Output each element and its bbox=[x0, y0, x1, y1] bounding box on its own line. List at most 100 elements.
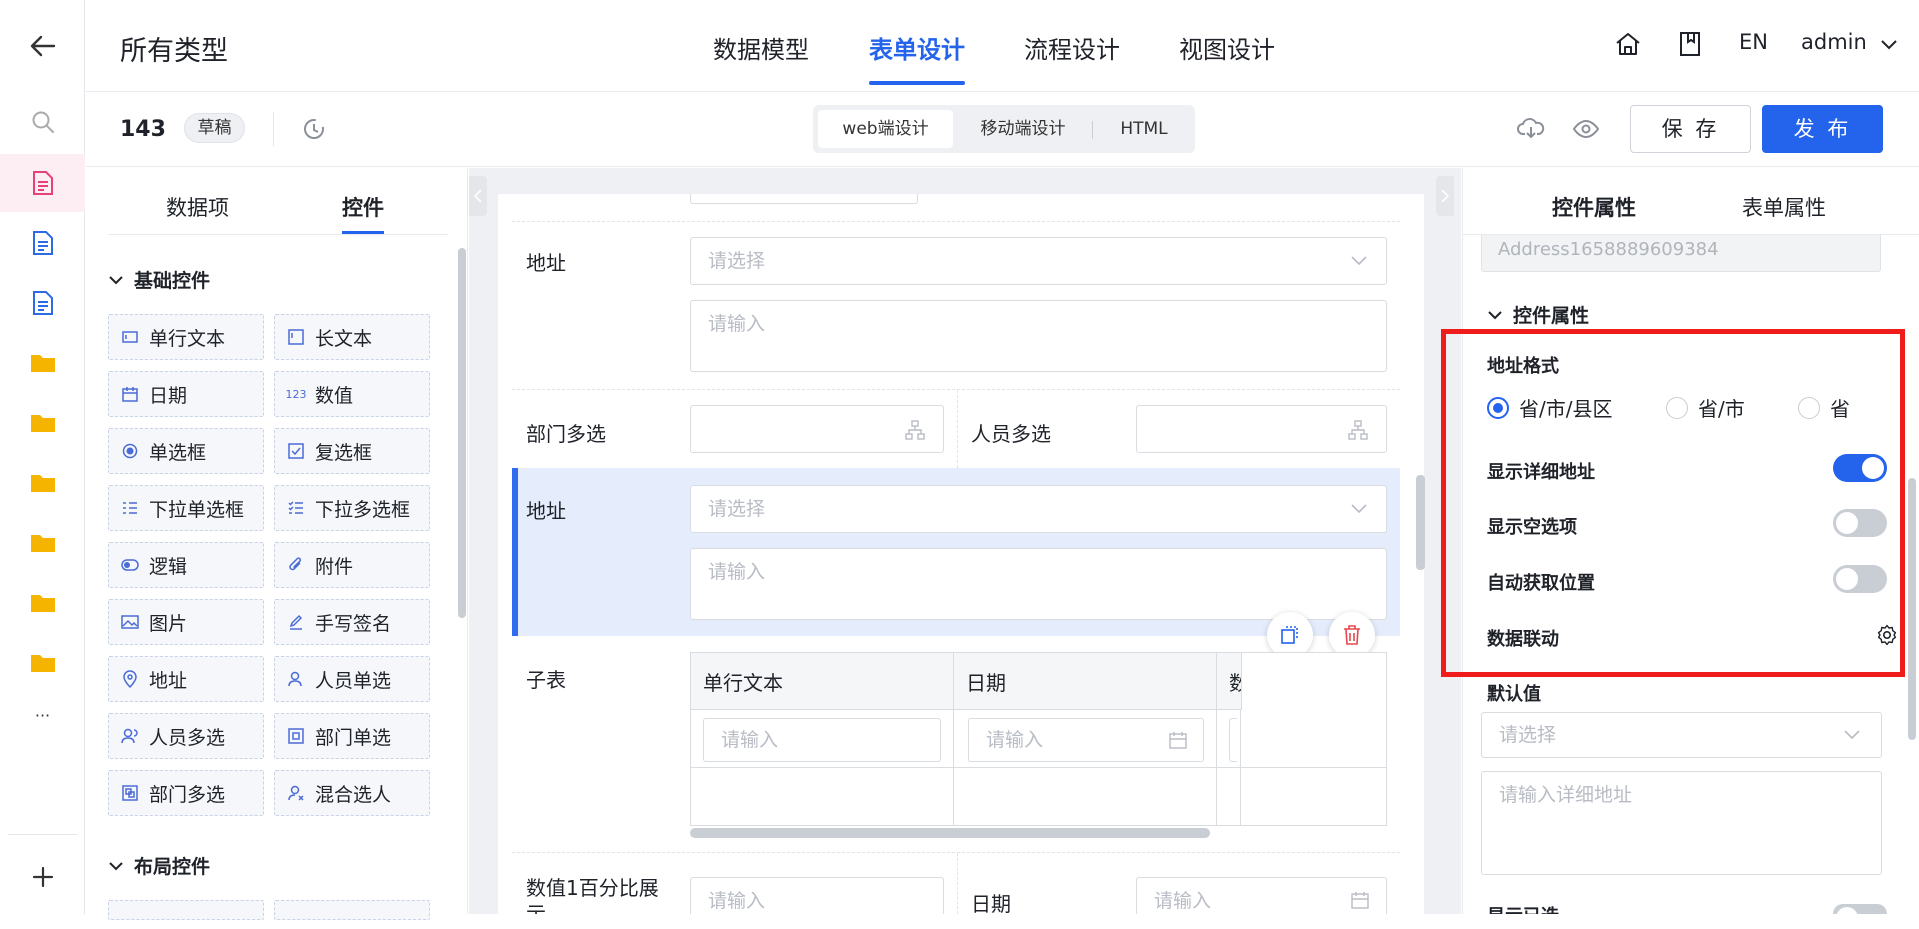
tab-bar bbox=[1463, 168, 1919, 234]
view-mode-html[interactable]: HTML bbox=[1098, 110, 1190, 148]
left-rail: ··· bbox=[0, 0, 85, 914]
control-layout-placeholder[interactable] bbox=[274, 900, 430, 920]
tab-data-model[interactable]: 数据模型 bbox=[713, 30, 809, 65]
tab-control-properties[interactable]: 控件属性 bbox=[1552, 192, 1636, 222]
canvas-scrollbar[interactable] bbox=[1416, 475, 1425, 570]
control-mixed-user[interactable]: 混合选人 bbox=[274, 770, 430, 816]
folder-icon[interactable] bbox=[0, 394, 85, 452]
calendar-icon bbox=[1169, 732, 1187, 749]
active-tab-indicator bbox=[869, 81, 965, 85]
control-logic[interactable]: 逻辑 bbox=[108, 542, 264, 588]
back-arrow-icon[interactable] bbox=[0, 17, 85, 75]
subtable-column-header[interactable]: 单行文本 bbox=[691, 653, 954, 710]
folder-icon[interactable] bbox=[0, 454, 85, 512]
tab-form-properties[interactable]: 表单属性 bbox=[1742, 192, 1826, 222]
control-radio[interactable]: 单选框 bbox=[108, 428, 264, 474]
control-label: 地址 bbox=[149, 669, 188, 692]
status-badge: 草稿 bbox=[184, 113, 245, 143]
folder-icon[interactable] bbox=[0, 634, 85, 692]
row-divider bbox=[512, 221, 1400, 222]
subtable-column-header[interactable]: 日期 bbox=[954, 653, 1217, 710]
cloud-download-icon[interactable] bbox=[1517, 116, 1545, 140]
next-option-toggle[interactable] bbox=[1833, 904, 1887, 929]
more-menu[interactable]: ··· bbox=[0, 686, 85, 744]
subtable-date-input[interactable]: 请输入 bbox=[968, 718, 1204, 762]
folder-icon[interactable] bbox=[0, 514, 85, 572]
form-doc-icon[interactable] bbox=[0, 154, 85, 212]
address-detail-input[interactable]: 请输入 bbox=[690, 300, 1387, 372]
view-mode-mobile[interactable]: 移动端设计 bbox=[958, 110, 1088, 148]
paperclip-icon bbox=[287, 556, 305, 574]
control-layout-placeholder[interactable] bbox=[108, 900, 264, 920]
history-icon[interactable] bbox=[302, 117, 326, 141]
department-picker[interactable] bbox=[690, 405, 944, 453]
control-checkbox[interactable]: 复选框 bbox=[274, 428, 430, 474]
search-icon[interactable] bbox=[0, 93, 85, 151]
tab-view-design[interactable]: 视图设计 bbox=[1179, 30, 1275, 65]
control-number[interactable]: 123 数值 bbox=[274, 371, 430, 417]
control-long-text[interactable]: 长文本 bbox=[274, 314, 430, 360]
control-label: 人员多选 bbox=[149, 726, 226, 749]
user-picker[interactable] bbox=[1136, 405, 1387, 453]
pen-icon bbox=[287, 613, 305, 631]
preview-eye-icon[interactable] bbox=[1573, 120, 1599, 138]
book-icon[interactable] bbox=[1679, 31, 1701, 57]
add-icon[interactable] bbox=[0, 848, 85, 906]
address-select[interactable]: 请选择 bbox=[690, 485, 1387, 533]
field-label: 日期 bbox=[971, 892, 1011, 916]
tab-process-design[interactable]: 流程设计 bbox=[1024, 30, 1120, 65]
number-input[interactable]: 请输入 bbox=[690, 877, 944, 914]
view-mode-web[interactable]: web端设计 bbox=[818, 110, 953, 148]
layout-controls-group[interactable]: 布局控件 bbox=[108, 852, 210, 879]
control-department-multi[interactable]: 部门多选 bbox=[108, 770, 264, 816]
language-switch[interactable]: EN bbox=[1739, 30, 1768, 54]
control-single-line-text[interactable]: 单行文本 bbox=[108, 314, 264, 360]
folder-icon[interactable] bbox=[0, 574, 85, 632]
user-menu[interactable]: admin bbox=[1801, 30, 1867, 54]
chevron-down-icon[interactable] bbox=[1880, 39, 1898, 51]
collapse-left-button[interactable] bbox=[469, 176, 487, 216]
tab-form-design[interactable]: 表单设计 bbox=[869, 30, 965, 65]
control-attachment[interactable]: 附件 bbox=[274, 542, 430, 588]
control-department-single[interactable]: 部门单选 bbox=[274, 713, 430, 759]
publish-button[interactable]: 发 布 bbox=[1762, 105, 1883, 153]
home-icon[interactable] bbox=[1615, 32, 1641, 56]
select-placeholder: 请选择 bbox=[708, 498, 766, 520]
control-user-multi[interactable]: 人员多选 bbox=[108, 713, 264, 759]
address-detail-input[interactable]: 请输入 bbox=[690, 548, 1387, 620]
tab-data-items[interactable]: 数据项 bbox=[166, 192, 229, 222]
folder-icon[interactable] bbox=[0, 334, 85, 392]
document-icon[interactable] bbox=[0, 214, 85, 272]
subtable-column-header[interactable]: 数 bbox=[1217, 653, 1242, 710]
control-date[interactable]: 日期 bbox=[108, 371, 264, 417]
basic-controls-group[interactable]: 基础控件 bbox=[108, 266, 210, 293]
panel-scrollbar[interactable] bbox=[458, 248, 466, 618]
address-select[interactable]: 请选择 bbox=[690, 237, 1387, 285]
table-cell bbox=[1241, 653, 1386, 768]
controls-panel: 数据项 控件 基础控件 单行文本 长文本 日期 123 数值 单选框 复选框 下… bbox=[86, 168, 468, 920]
date-input[interactable]: 请输入 bbox=[1136, 877, 1387, 914]
chevron-down-icon bbox=[1351, 504, 1367, 514]
table-cell bbox=[691, 768, 954, 825]
subtable-text-input[interactable]: 请输入 bbox=[703, 718, 941, 762]
tab-controls[interactable]: 控件 bbox=[342, 192, 384, 222]
trash-icon bbox=[1344, 625, 1360, 645]
control-properties-section[interactable]: 控件属性 bbox=[1487, 301, 1589, 328]
control-image[interactable]: 图片 bbox=[108, 599, 264, 645]
control-user-single[interactable]: 人员单选 bbox=[274, 656, 430, 702]
control-dropdown-multi[interactable]: 下拉多选框 bbox=[274, 485, 430, 531]
collapse-right-button[interactable] bbox=[1436, 176, 1454, 216]
control-signature[interactable]: 手写签名 bbox=[274, 599, 430, 645]
properties-scrollbar[interactable] bbox=[1908, 478, 1916, 740]
control-label: 逻辑 bbox=[149, 555, 188, 578]
document-icon[interactable] bbox=[0, 274, 85, 332]
default-value-label: 默认值 bbox=[1487, 684, 1541, 705]
control-address[interactable]: 地址 bbox=[108, 656, 264, 702]
default-address-select[interactable]: 请选择 bbox=[1481, 712, 1882, 758]
subtable-scrollbar[interactable] bbox=[690, 828, 1210, 838]
control-dropdown-single[interactable]: 下拉单选框 bbox=[108, 485, 264, 531]
default-detail-address-input[interactable]: 请输入详细地址 bbox=[1481, 771, 1882, 875]
field-label: 人员多选 bbox=[971, 422, 1051, 446]
save-button[interactable]: 保 存 bbox=[1630, 105, 1751, 153]
control-label: 数值 bbox=[315, 384, 354, 407]
